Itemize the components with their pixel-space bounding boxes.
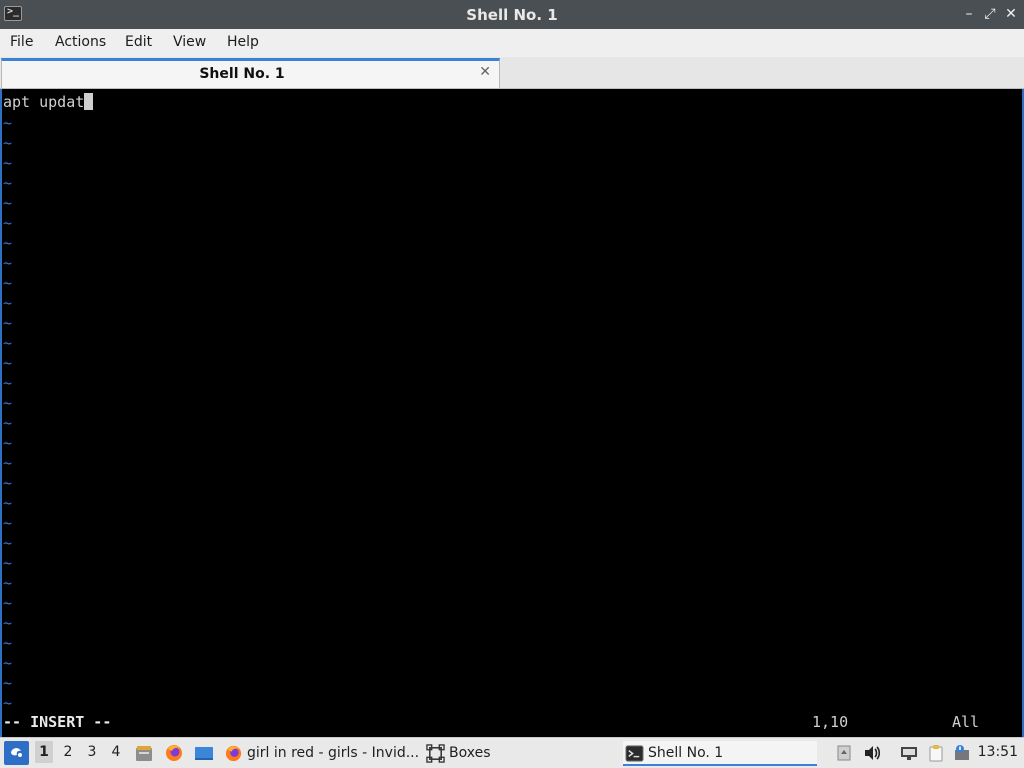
- minimize-button[interactable]: –: [960, 5, 978, 23]
- menu-view[interactable]: View: [173, 34, 206, 50]
- tilde-marker: ~: [3, 514, 13, 532]
- tab-label: Shell No. 1: [199, 66, 285, 82]
- tilde-marker: ~: [3, 394, 13, 412]
- menu-edit[interactable]: Edit: [125, 34, 152, 50]
- tab-bar: Shell No. 1 ✕: [0, 57, 1024, 89]
- tilde-marker: ~: [3, 574, 13, 592]
- task-label: Shell No. 1: [648, 745, 724, 761]
- title-bar: >_ Shell No. 1 – ⤢ ✕: [0, 0, 1024, 29]
- tilde-marker: ~: [3, 194, 13, 212]
- menu-actions[interactable]: Actions: [55, 34, 106, 50]
- vim-mode-indicator: -- INSERT --: [3, 713, 112, 731]
- network-icon[interactable]: [900, 744, 918, 762]
- text-cursor: [84, 93, 94, 110]
- tilde-marker: ~: [3, 154, 13, 172]
- volume-icon[interactable]: [863, 744, 881, 762]
- workspace-2[interactable]: 2: [59, 744, 77, 760]
- window-title: Shell No. 1: [466, 6, 558, 24]
- boxes-icon: [426, 744, 445, 763]
- terminal-line: apt updat: [3, 93, 94, 111]
- tilde-marker: ~: [3, 174, 13, 192]
- tilde-marker: ~: [3, 274, 13, 292]
- tilde-marker: ~: [3, 614, 13, 632]
- tilde-marker: ~: [3, 354, 13, 372]
- taskbar: 1 2 3 4 girl in red - girls - Invid... B…: [0, 737, 1024, 768]
- empty-line-markers: ~ ~ ~ ~ ~ ~ ~ ~ ~ ~ ~ ~ ~ ~ ~ ~ ~ ~ ~ ~ ~ ~ ~ ~ ~ ~ ~ ~ ~ ~: [3, 113, 12, 713]
- tilde-marker: ~: [3, 374, 13, 392]
- workspace-4[interactable]: 4: [107, 744, 125, 760]
- menu-bar: File Actions Edit View Help: [0, 29, 1024, 57]
- tilde-marker: ~: [3, 554, 13, 572]
- task-label: Boxes: [449, 745, 491, 761]
- clock[interactable]: 13:51: [978, 744, 1018, 760]
- tilde-marker: ~: [3, 634, 13, 652]
- tilde-marker: ~: [3, 134, 13, 152]
- firefox-icon: [225, 745, 242, 762]
- tilde-marker: ~: [3, 654, 13, 672]
- workspace-3[interactable]: 3: [83, 744, 101, 760]
- tab-close-icon[interactable]: ✕: [479, 64, 491, 80]
- tilde-marker: ~: [3, 594, 13, 612]
- tray-toggle-icon[interactable]: [835, 744, 853, 762]
- tab-shell-1[interactable]: Shell No. 1 ✕: [1, 58, 500, 88]
- tilde-marker: ~: [3, 294, 13, 312]
- update-notifier-icon[interactable]: [953, 744, 971, 762]
- tilde-marker: ~: [3, 454, 13, 472]
- clipboard-icon[interactable]: [927, 744, 945, 762]
- file-manager-icon[interactable]: [134, 743, 154, 763]
- start-menu-icon: [11, 748, 22, 757]
- terminal-area[interactable]: apt updat ~ ~ ~ ~ ~ ~ ~ ~ ~ ~ ~ ~ ~ ~ ~ ~ ~ ~ ~ ~ ~ ~ ~ ~ ~ ~ ~ ~ ~ ~…: [0, 89, 1024, 737]
- tilde-marker: ~: [3, 494, 13, 512]
- menu-file[interactable]: File: [10, 34, 33, 50]
- terminal-icon: [625, 745, 644, 762]
- tilde-marker: ~: [3, 114, 13, 132]
- task-firefox[interactable]: girl in red - girls - Invid...: [222, 741, 420, 766]
- tilde-marker: ~: [3, 694, 13, 712]
- tilde-marker: ~: [3, 534, 13, 552]
- tilde-marker: ~: [3, 254, 13, 272]
- tilde-marker: ~: [3, 234, 13, 252]
- close-button[interactable]: ✕: [1002, 5, 1020, 23]
- task-boxes[interactable]: Boxes: [424, 741, 504, 766]
- tilde-marker: ~: [3, 674, 13, 692]
- tilde-marker: ~: [3, 334, 13, 352]
- tilde-marker: ~: [3, 414, 13, 432]
- cursor-position: 1,10: [812, 713, 849, 731]
- workspace-1[interactable]: 1: [35, 741, 53, 763]
- tilde-marker: ~: [3, 474, 13, 492]
- menu-help[interactable]: Help: [227, 34, 259, 50]
- terminal-text: apt updat: [3, 93, 85, 111]
- start-menu-button[interactable]: [4, 741, 29, 765]
- desktop-icon[interactable]: [194, 743, 214, 763]
- tilde-marker: ~: [3, 314, 13, 332]
- tilde-marker: ~: [3, 214, 13, 232]
- task-label: girl in red - girls - Invid...: [247, 745, 420, 761]
- maximize-button[interactable]: ⤢: [981, 5, 999, 23]
- tilde-marker: ~: [3, 434, 13, 452]
- firefox-launcher-icon[interactable]: [164, 743, 184, 763]
- scroll-position: All: [952, 713, 980, 731]
- task-shell[interactable]: Shell No. 1: [623, 741, 817, 766]
